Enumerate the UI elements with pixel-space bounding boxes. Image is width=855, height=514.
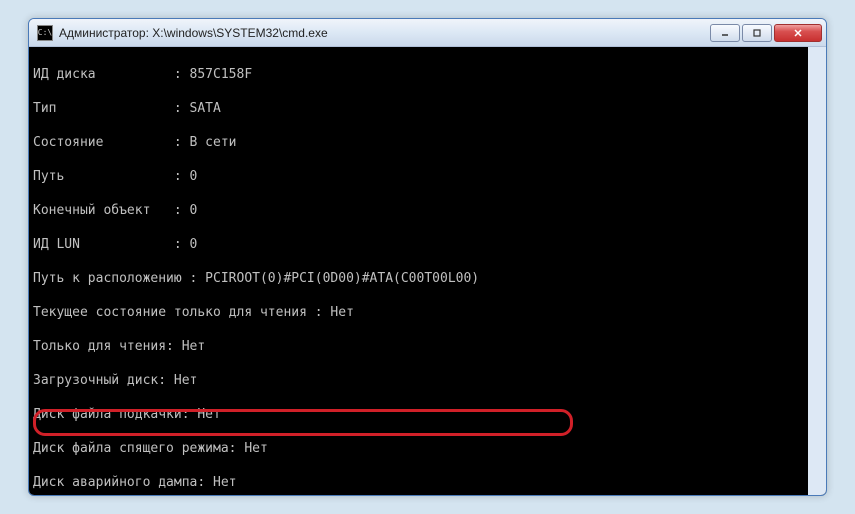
output-line: Состояние : В сети [33, 134, 804, 151]
output-line: Диск аварийного дампа: Нет [33, 474, 804, 491]
output-line: Только для чтения: Нет [33, 338, 804, 355]
close-button[interactable] [774, 24, 822, 42]
terminal-output[interactable]: ИД диска : 857C158F Тип : SATA Состояние… [29, 47, 826, 495]
output-line: Диск файла подкачки: Нет [33, 406, 804, 423]
output-line: Конечный объект : 0 [33, 202, 804, 219]
scroll-down-button[interactable] [809, 477, 826, 495]
output-line: Диск файла спящего режима: Нет [33, 440, 804, 457]
output-line: Путь : 0 [33, 168, 804, 185]
scroll-thumb[interactable] [811, 226, 824, 346]
window-controls [710, 24, 822, 42]
minimize-button[interactable] [710, 24, 740, 42]
output-line: ИД диска : 857C158F [33, 66, 804, 83]
output-line: Текущее состояние только для чтения : Не… [33, 304, 804, 321]
cmd-icon: C:\ [37, 25, 53, 41]
cmd-window: C:\ Администратор: X:\windows\SYSTEM32\c… [28, 18, 827, 496]
output-line: Путь к расположению : PCIROOT(0)#PCI(0D0… [33, 270, 804, 287]
vertical-scrollbar[interactable] [808, 47, 826, 495]
scroll-up-button[interactable] [809, 47, 826, 65]
window-title: Администратор: X:\windows\SYSTEM32\cmd.e… [59, 26, 710, 40]
title-bar[interactable]: C:\ Администратор: X:\windows\SYSTEM32\c… [29, 19, 826, 47]
output-line: Тип : SATA [33, 100, 804, 117]
output-line: ИД LUN : 0 [33, 236, 804, 253]
maximize-button[interactable] [742, 24, 772, 42]
output-line: Загрузочный диск: Нет [33, 372, 804, 389]
